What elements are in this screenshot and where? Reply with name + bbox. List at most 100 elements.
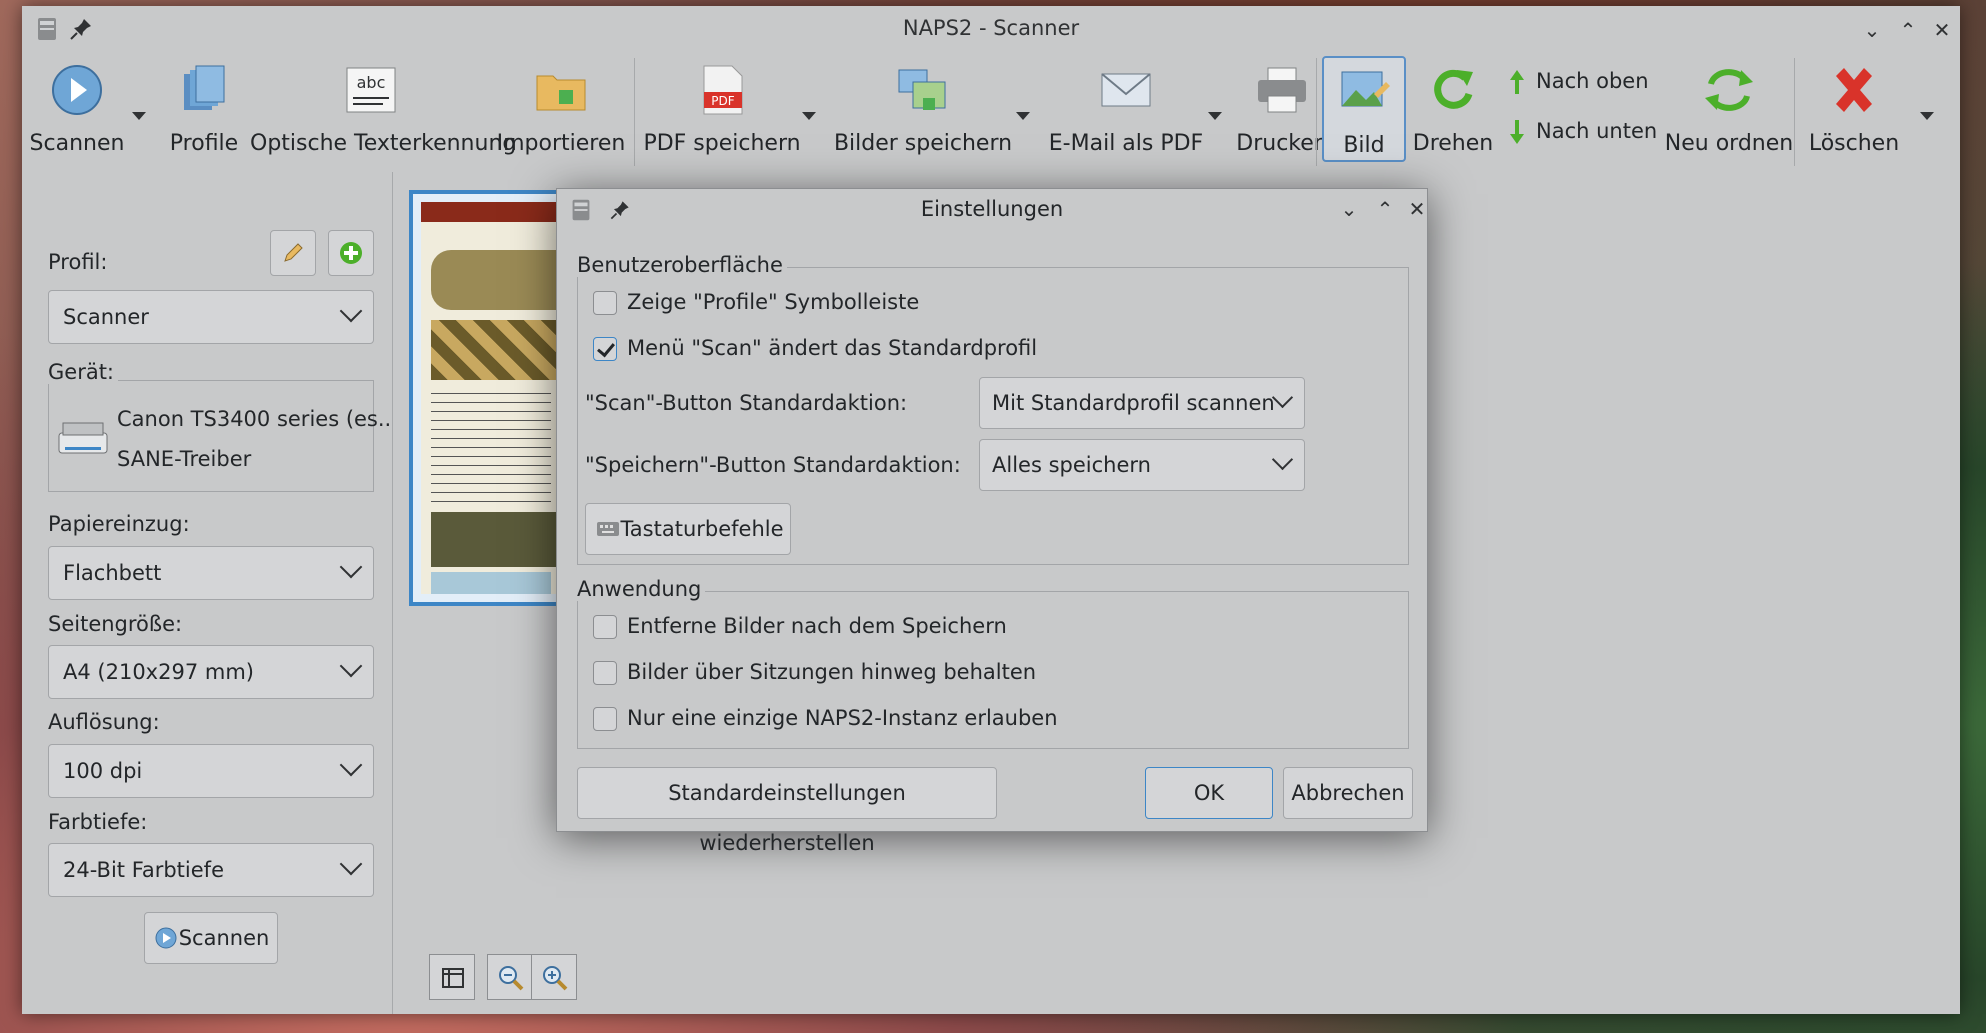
move-down-button[interactable]: Nach unten bbox=[1536, 119, 1657, 143]
keyboard-shortcuts-button[interactable]: Tastaturbefehle bbox=[585, 503, 791, 555]
import-button[interactable]: Importieren bbox=[496, 56, 626, 162]
email-pdf-dropdown-arrow[interactable] bbox=[1208, 112, 1222, 120]
delete-x-icon bbox=[1836, 68, 1872, 112]
image-edit-icon bbox=[1341, 71, 1390, 107]
chevron-down-icon bbox=[339, 299, 363, 323]
reorder-button[interactable]: Neu ordnen bbox=[1662, 56, 1796, 162]
profile-label: Profil: bbox=[48, 250, 108, 274]
cancel-button[interactable]: Abbrechen bbox=[1283, 767, 1413, 819]
restore-defaults-button[interactable]: Standardeinstellungen wiederherstellen bbox=[577, 767, 997, 855]
ocr-button[interactable]: abc Optische Texterkennung bbox=[250, 56, 516, 162]
pencil-icon bbox=[284, 243, 303, 262]
pdf-icon: PDF bbox=[703, 65, 743, 115]
zoom-in-icon bbox=[543, 966, 568, 991]
scanner-device-icon bbox=[58, 422, 108, 454]
paper-source-select[interactable]: Flachbett bbox=[48, 546, 374, 600]
close-button[interactable]: ✕ bbox=[1930, 18, 1954, 42]
printer-icon bbox=[1258, 67, 1306, 113]
page-size-select[interactable]: A4 (210x297 mm) bbox=[48, 645, 374, 699]
save-button-default-select[interactable]: Alles speichern bbox=[979, 439, 1305, 491]
profiles-button[interactable]: Profile bbox=[162, 56, 246, 162]
dialog-minimize-button[interactable]: ⌄ bbox=[1337, 197, 1361, 221]
checkbox-unchecked[interactable] bbox=[593, 291, 617, 315]
save-button-default-label: "Speichern"-Button Standardaktion: bbox=[585, 453, 961, 477]
device-label: Gerät: bbox=[48, 360, 119, 384]
dialog-close-button[interactable]: ✕ bbox=[1405, 197, 1429, 221]
ocr-icon: abc bbox=[346, 67, 396, 113]
scan-dropdown-arrow[interactable] bbox=[132, 112, 146, 120]
profiles-icon bbox=[184, 65, 225, 110]
dialog-title: Einstellungen bbox=[920, 197, 1064, 221]
scan-icon bbox=[155, 927, 177, 949]
device-name: Canon TS3400 series (es... bbox=[117, 407, 398, 431]
device-driver: SANE-Treiber bbox=[117, 447, 252, 471]
add-profile-button[interactable] bbox=[328, 230, 374, 276]
svg-text:PDF: PDF bbox=[711, 94, 734, 108]
device-box[interactable]: Canon TS3400 series (es... SANE-Treiber bbox=[48, 380, 398, 492]
ok-button[interactable]: OK bbox=[1145, 767, 1273, 819]
rotate-icon bbox=[1434, 69, 1473, 109]
reorder-icon bbox=[1705, 69, 1753, 111]
bit-depth-select[interactable]: 24-Bit Farbtiefe bbox=[48, 843, 374, 897]
app-group-title: Anwendung bbox=[577, 577, 706, 601]
email-pdf-button[interactable]: E-Mail als PDF bbox=[1042, 56, 1210, 162]
checkbox-checked[interactable] bbox=[593, 337, 617, 361]
chevron-down-icon bbox=[1271, 386, 1294, 409]
edit-profile-button[interactable] bbox=[270, 230, 316, 276]
keyboard-icon bbox=[597, 522, 619, 536]
window-title: NAPS2 - Scanner bbox=[902, 16, 1080, 40]
svg-text:abc: abc bbox=[357, 73, 386, 92]
zoom-in-button[interactable] bbox=[531, 954, 577, 1000]
chevron-down-icon bbox=[339, 852, 363, 876]
ui-group-title: Benutzeroberfläche bbox=[577, 253, 787, 277]
print-button[interactable]: Drucken bbox=[1230, 56, 1334, 162]
move-up-button[interactable]: Nach oben bbox=[1536, 69, 1649, 93]
resolution-label: Auflösung: bbox=[48, 710, 160, 734]
page-size-label: Seitengröße: bbox=[48, 612, 183, 636]
toolbar-separator bbox=[634, 58, 635, 166]
scan-button-default-select[interactable]: Mit Standardprofil scannen bbox=[979, 377, 1305, 429]
rotate-button[interactable]: Drehen bbox=[1410, 56, 1496, 162]
toolbar: Scannen Profile abc Optische Texterkennu… bbox=[22, 52, 1960, 172]
email-icon bbox=[1101, 73, 1151, 107]
resolution-select[interactable]: 100 dpi bbox=[48, 744, 374, 798]
checkbox-unchecked[interactable] bbox=[593, 615, 617, 639]
zoom-out-button[interactable] bbox=[487, 954, 533, 1000]
chevron-down-icon bbox=[339, 654, 363, 678]
toolbar-separator bbox=[1794, 58, 1795, 166]
scan-sidebar: Profil: Scanner Gerät: Canon TS3400 seri… bbox=[22, 172, 398, 1014]
maximize-button[interactable]: ⌃ bbox=[1896, 18, 1920, 42]
chevron-down-icon bbox=[1271, 448, 1294, 471]
delete-button[interactable]: Löschen bbox=[1802, 56, 1906, 162]
chevron-down-icon bbox=[339, 753, 363, 777]
save-pdf-button[interactable]: PDF PDF speichern bbox=[642, 56, 802, 162]
view-toggle-button[interactable] bbox=[429, 954, 475, 1000]
save-pdf-dropdown-arrow[interactable] bbox=[802, 112, 816, 120]
folder-icon bbox=[536, 75, 586, 111]
dialog-maximize-button[interactable]: ⌃ bbox=[1373, 197, 1397, 221]
bit-depth-label: Farbtiefe: bbox=[48, 810, 148, 834]
save-images-dropdown-arrow[interactable] bbox=[1016, 112, 1030, 120]
arrow-up-icon bbox=[1510, 70, 1524, 94]
save-images-button[interactable]: Bilder speichern bbox=[830, 56, 1016, 162]
overflow-dropdown-arrow[interactable] bbox=[1920, 112, 1934, 120]
toolbar-separator bbox=[1316, 58, 1317, 166]
add-icon bbox=[340, 242, 362, 264]
zoom-out-icon bbox=[499, 966, 524, 991]
scan-button[interactable]: Scannen bbox=[22, 56, 132, 162]
scan-button-default-label: "Scan"-Button Standardaktion: bbox=[585, 391, 908, 415]
profile-select[interactable]: Scanner bbox=[48, 290, 374, 344]
image-button[interactable]: Bild bbox=[1322, 56, 1406, 162]
minimize-button[interactable]: ⌄ bbox=[1860, 18, 1884, 42]
chevron-down-icon bbox=[339, 555, 363, 579]
checkbox-unchecked[interactable] bbox=[593, 707, 617, 731]
paper-source-label: Papiereinzug: bbox=[48, 512, 190, 536]
sidebar-scan-button[interactable]: Scannen bbox=[144, 912, 278, 964]
scan-icon bbox=[52, 65, 102, 115]
title-bar: NAPS2 - Scanner ⌄ ⌃ ✕ bbox=[22, 6, 1960, 52]
checkbox-unchecked[interactable] bbox=[593, 661, 617, 685]
arrow-down-icon bbox=[1510, 120, 1524, 144]
sidebar-toggle-icon bbox=[442, 968, 464, 988]
images-icon bbox=[898, 69, 946, 110]
settings-dialog: Einstellungen ⌄ ⌃ ✕ Benutzeroberfläche Z… bbox=[556, 188, 1429, 855]
